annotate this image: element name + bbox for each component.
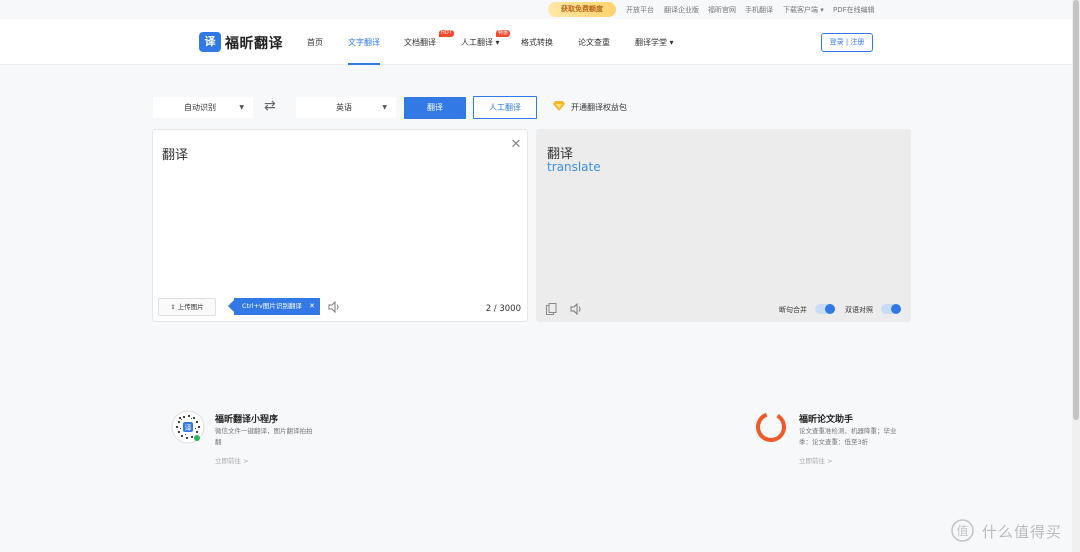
nav-learning[interactable]: 翻译学堂 ▾ bbox=[635, 37, 674, 48]
special-badge: 特惠 bbox=[496, 30, 511, 37]
copy-icon[interactable] bbox=[546, 303, 557, 315]
vip-package-link[interactable]: 开通翻译权益包 bbox=[571, 102, 627, 113]
scrollbar-thumb[interactable] bbox=[1073, 0, 1079, 420]
toggle-knob bbox=[891, 304, 901, 314]
speaker-icon[interactable] bbox=[570, 303, 582, 315]
toplink-download-label: 下载客户端 bbox=[783, 6, 818, 14]
watermark-logo-icon: 值 bbox=[951, 519, 974, 542]
nav-learning-label: 翻译学堂 bbox=[635, 38, 667, 47]
nav-doc-translate[interactable]: 文档翻译 bbox=[404, 37, 436, 48]
nav-format-convert[interactable]: 格式转换 bbox=[521, 37, 553, 48]
upload-image-button[interactable]: ⇪ 上传图片 bbox=[158, 298, 216, 316]
toplink-enterprise[interactable]: 翻译企业版 bbox=[664, 5, 699, 15]
target-language-value: 英语 bbox=[336, 103, 352, 112]
source-language-select[interactable]: 自动识别 ▼ bbox=[153, 97, 253, 118]
logo-icon[interactable]: 译 bbox=[199, 32, 221, 52]
svg-text:译: 译 bbox=[185, 424, 192, 432]
speaker-icon[interactable] bbox=[328, 301, 340, 313]
close-icon[interactable]: ✕ bbox=[509, 138, 523, 152]
bilingual-label: 双语对照 bbox=[845, 306, 873, 314]
nav-text-translate[interactable]: 文字翻译 bbox=[348, 37, 380, 48]
toplink-download-client[interactable]: 下载客户端 ▾ bbox=[783, 5, 824, 15]
tip-text: Ctrl+v图片识别翻译 bbox=[242, 302, 302, 310]
result-panel: 翻译 translate 断句合并 双语对照 bbox=[536, 129, 911, 322]
toplink-official-site[interactable]: 福昕官网 bbox=[708, 5, 736, 15]
human-translate-button[interactable]: 人工翻译 bbox=[473, 96, 537, 119]
mini-program-desc: 微信文件一键翻译，图片翻译拍拍翻 bbox=[215, 427, 313, 446]
hot-badge: HOT bbox=[439, 30, 454, 37]
mini-program-link[interactable]: 立即前往 > bbox=[215, 455, 249, 465]
nav-home[interactable]: 首页 bbox=[307, 37, 323, 48]
nav-human-translate[interactable]: 人工翻译 ▾ bbox=[461, 37, 500, 48]
source-text-input[interactable]: 翻译 bbox=[162, 144, 188, 163]
mini-program-title[interactable]: 福昕翻译小程序 bbox=[215, 412, 278, 425]
site-header: 译 福昕翻译 首页 文字翻译 文档翻译 HOT 人工翻译 ▾ 特惠 格式转换 论… bbox=[0, 19, 1072, 65]
svg-text:值: 值 bbox=[956, 523, 968, 538]
bilingual-toggle[interactable] bbox=[881, 304, 901, 314]
paper-assistant-logo-icon bbox=[756, 412, 786, 442]
nav-active-underline bbox=[348, 63, 380, 65]
toplink-pdf-edit[interactable]: PDF在线编辑 bbox=[833, 5, 875, 15]
top-strip bbox=[0, 0, 1080, 19]
nav-human-label: 人工翻译 bbox=[461, 38, 493, 47]
paste-image-tip: Ctrl+v图片识别翻译 ✕ bbox=[228, 298, 320, 315]
source-language-value: 自动识别 bbox=[184, 103, 216, 112]
char-counter: 2 / 3000 bbox=[485, 304, 521, 314]
tip-close-icon[interactable]: ✕ bbox=[309, 298, 315, 315]
toggle-knob bbox=[825, 304, 835, 314]
translate-button[interactable]: 翻译 bbox=[404, 97, 466, 119]
logo-text[interactable]: 福昕翻译 bbox=[225, 33, 283, 53]
toplink-mobile[interactable]: 手机翻译 bbox=[745, 5, 773, 15]
merge-sentences-label: 断句合并 bbox=[779, 306, 807, 314]
toplink-open-platform[interactable]: 开放平台 bbox=[626, 5, 654, 15]
source-text-panel[interactable]: 翻译 ✕ ⇪ 上传图片 Ctrl+v图片识别翻译 ✕ 2 / 3000 bbox=[152, 129, 528, 322]
diamond-icon bbox=[553, 101, 565, 111]
page-scrollbar[interactable] bbox=[1072, 0, 1080, 552]
chevron-down-icon: ▼ bbox=[239, 104, 244, 111]
login-register-button[interactable]: 登录 | 注册 bbox=[821, 33, 873, 52]
paper-assistant-title[interactable]: 福昕论文助手 bbox=[799, 412, 853, 425]
target-language-select[interactable]: 英语 ▼ bbox=[296, 97, 396, 118]
chevron-down-icon: ▼ bbox=[382, 104, 387, 111]
mini-program-qr-icon: 译 bbox=[171, 410, 205, 444]
nav-paper-check[interactable]: 论文查重 bbox=[578, 37, 610, 48]
free-quota-promo[interactable]: 获取免费额度 bbox=[548, 2, 616, 17]
upload-icon: ⇪ bbox=[170, 303, 176, 311]
translation-result[interactable]: translate bbox=[547, 160, 601, 174]
swap-arrows-icon[interactable]: ⇄ bbox=[264, 98, 276, 114]
watermark-text: 什么值得买 bbox=[982, 523, 1063, 541]
paper-assistant-desc: 论文查重准检测、机器降重；毕业季：论文查重：低至3折 bbox=[799, 427, 897, 446]
merge-sentences-toggle[interactable] bbox=[815, 304, 835, 314]
paper-assistant-link[interactable]: 立即前往 > bbox=[799, 455, 833, 465]
upload-label: 上传图片 bbox=[177, 303, 204, 311]
